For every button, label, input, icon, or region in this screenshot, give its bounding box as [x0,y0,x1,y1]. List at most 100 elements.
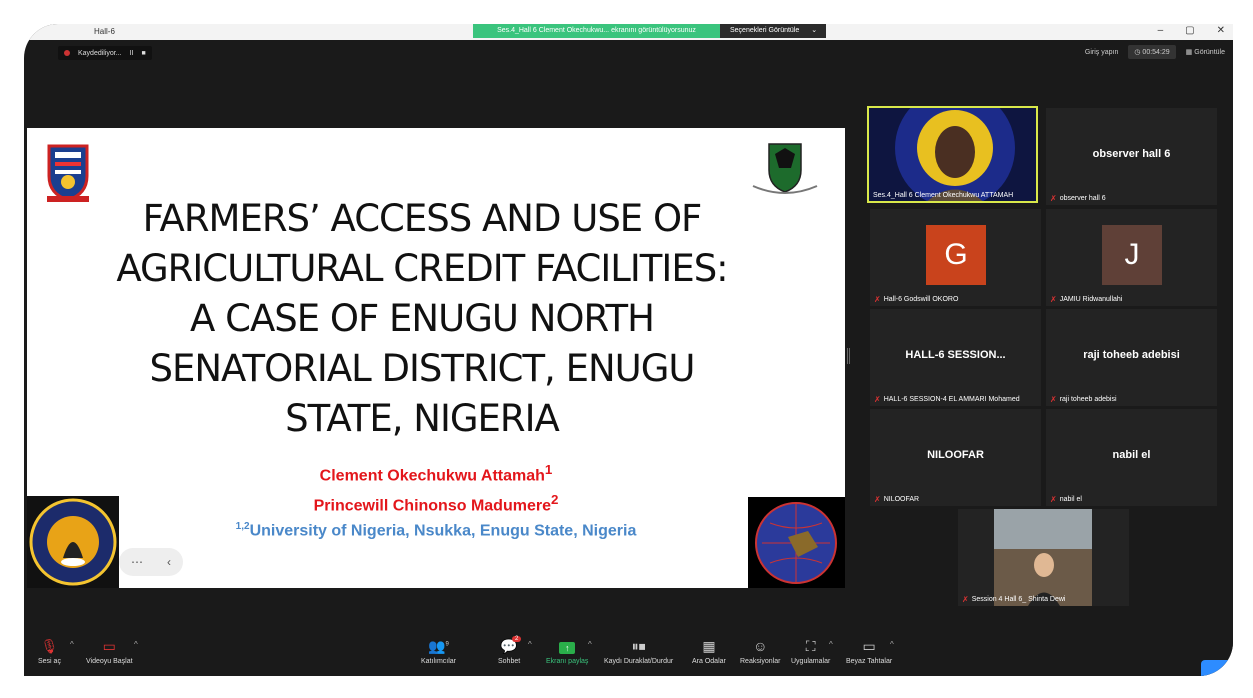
apps-options-caret[interactable]: ^ [829,640,833,649]
mic-muted-icon: ✗ [874,295,881,304]
speaker-video [869,108,1036,201]
participant-label: ✗ NILOOFAR [874,495,919,504]
author-1: Clement Okechukwu Attamah1 [27,462,845,485]
affiliation: 1,2University of Nigeria, Nsukka, Enugu … [27,521,845,540]
meeting-toolbar: 🎙 Sesi aç ^ ▭ Videoyu Başlat ^ 👥9 Katılımcı… [24,628,1233,676]
participant-tile[interactable]: NILOOFAR ✗ NILOOFAR [870,409,1041,506]
affiliation-marker: 1,2 [235,521,250,532]
share-screen-button[interactable]: ↑ Ekranı paylaş [546,638,588,665]
slide-title-line: SENATORIAL DISTRICT, ENUGU [149,347,696,390]
apps-button[interactable]: ⛶ Uygulamalar [791,638,830,665]
participant-name: Hall-6 Godswill OKORO [883,296,959,303]
breakout-rooms-button[interactable]: ▦ Ara Odalar [692,638,726,665]
whiteboard-icon: ▭ [862,638,876,654]
participant-name: JAMIU Ridwanullahi [1059,296,1123,303]
video-options-caret[interactable]: ^ [134,640,138,649]
breakout-rooms-icon: ▦ [702,638,716,654]
affiliation-text: University of Nigeria, Nsukka, Enugu Sta… [249,522,637,540]
mic-muted-icon: ✗ [1050,295,1057,304]
slide-title-line: STATE, NIGERIA [285,397,560,440]
participant-display-name: nabil el [1112,449,1151,461]
timer-value: 00:54:29 [1142,49,1170,56]
participant-name: Session 4 Hall 6_ Shinta Dewi [971,596,1066,603]
login-link[interactable]: Giriş yapın [1085,49,1118,56]
start-video-button[interactable]: ▭ Videoyu Başlat [86,638,133,665]
whiteboard-label: Beyaz Tahtalar [846,658,893,665]
apps-label: Uygulamalar [791,658,831,665]
record-dot-icon [64,50,70,56]
chat-icon: 💬 2 [498,636,522,654]
pause-recording-button[interactable]: II [130,50,134,57]
mic-off-icon: 🎙 [40,638,59,654]
view-label: Görüntüle [1194,49,1225,56]
pause-stop-icon: ⏸⏹ [631,638,646,654]
unmute-label: Sesi aç [38,658,61,665]
whiteboard-options-caret[interactable]: ^ [890,640,894,649]
view-options-label: Seçenekleri Görüntüle [730,27,800,34]
avatar: J [1102,225,1162,285]
slide-title-line: AGRICULTURAL CREDIT FACILITIES: [116,247,728,290]
mic-muted-icon: ✗ [962,595,969,604]
pause-stop-recording-button[interactable]: ⏸⏹ Kaydı Duraklat/Durdur [604,638,673,665]
participant-tile[interactable]: raji toheeb adebisi ✗ raji toheeb adebisi [1046,309,1217,406]
share-options-caret[interactable]: ^ [588,640,592,649]
participant-name: observer hall 6 [1059,195,1106,202]
mic-muted-icon: ✗ [1050,395,1057,404]
participant-tile[interactable]: ✗ Session 4 Hall 6_ Shinta Dewi [958,509,1129,606]
minimize-button[interactable]: – [1158,25,1164,36]
chat-badge: 2 [512,636,522,642]
mic-muted-icon: ✗ [1050,194,1057,203]
participants-count: 9 [445,641,449,648]
title-bar: Hall-6 Ses.4_Hall 6 Clement Okechukwu...… [24,24,1233,40]
meeting-timer: ◷ 00:54:29 [1128,45,1176,59]
participant-tile[interactable]: observer hall 6 ✗ observer hall 6 [1046,108,1217,205]
video-off-icon: ▭ [102,638,116,654]
close-button[interactable]: ✕ [1217,25,1225,36]
unn-crest-logo [752,143,818,194]
previous-slide-icon[interactable]: ‹ [167,555,171,569]
globe-logo [748,497,845,588]
pane-splitter[interactable] [847,348,850,364]
more-icon[interactable]: ⋯ [131,555,143,569]
participants-button[interactable]: 👥9 Katılımcılar [421,638,456,665]
author-2-affiliation: 2 [550,492,559,507]
reactions-button[interactable]: ☺ Reaksiyonlar [740,638,780,665]
author-1-affiliation: 1 [544,462,553,477]
participant-name: Ses.4_Hall 6 Clement Okechukwu ATTAMAH [873,192,1014,199]
author-2-name: Princewill Chinonso Madumere [313,497,551,515]
record-label: Kaydı Duraklat/Durdur [604,658,674,665]
screenshot-frame: Hall-6 Ses.4_Hall 6 Clement Okechukwu...… [0,0,1253,698]
participant-label: Ses.4_Hall 6 Clement Okechukwu ATTAMAH [873,192,1013,199]
author-1-name: Clement Okechukwu Attamah [319,467,545,485]
maximize-button[interactable]: ▢ [1185,25,1194,36]
chat-options-caret[interactable]: ^ [528,640,532,649]
view-options-button[interactable]: Seçenekleri Görüntüle ⌄ [720,24,826,38]
participant-tile-speaker[interactable]: Ses.4_Hall 6 Clement Okechukwu ATTAMAH [867,106,1038,203]
participant-label: ✗ Hall-6 Godswill OKORO [874,295,958,304]
participant-display-name: raji toheeb adebisi [1083,349,1180,361]
end-meeting-button[interactable] [1201,660,1233,676]
breakout-label: Ara Odalar [692,658,726,665]
participant-label: ✗ HALL-6 SESSION-4 EL AMMARI Mohamed [874,395,1020,404]
mic-muted-icon: ✗ [1050,495,1057,504]
whiteboard-button[interactable]: ▭ Beyaz Tahtalar [846,638,892,665]
participant-tile[interactable]: J ✗ JAMIU Ridwanullahi [1046,209,1217,306]
participant-tile[interactable]: HALL-6 SESSION... ✗ HALL-6 SESSION-4 EL A… [870,309,1041,406]
participant-label: ✗ Session 4 Hall 6_ Shinta Dewi [962,595,1065,604]
participant-tile[interactable]: G ✗ Hall-6 Godswill OKORO [870,209,1041,306]
top-right-controls: Giriş yapın ◷ 00:54:29 ▦ Görüntüle [1085,45,1225,59]
grid-icon: ▦ [1185,49,1193,56]
unmute-button[interactable]: 🎙 Sesi aç [38,638,61,665]
slide-navigation: ⋯ ‹ [119,548,183,576]
participant-display-name: HALL-6 SESSION... [905,349,1006,361]
share-banner: Ses.4_Hall 6 Clement Okechukwu... ekranı… [473,24,720,38]
chat-button[interactable]: 💬 2 Sohbet [498,636,522,665]
avatar: G [926,225,986,285]
share-screen-label: Ekranı paylaş [546,658,589,665]
start-video-label: Videoyu Başlat [86,658,133,665]
participants-icon: 👥9 [428,638,449,654]
participant-tile[interactable]: nabil el ✗ nabil el [1046,409,1217,506]
view-button[interactable]: ▦ Görüntüle [1186,48,1225,56]
stop-recording-button[interactable]: ■ [141,50,145,57]
audio-options-caret[interactable]: ^ [70,640,74,649]
